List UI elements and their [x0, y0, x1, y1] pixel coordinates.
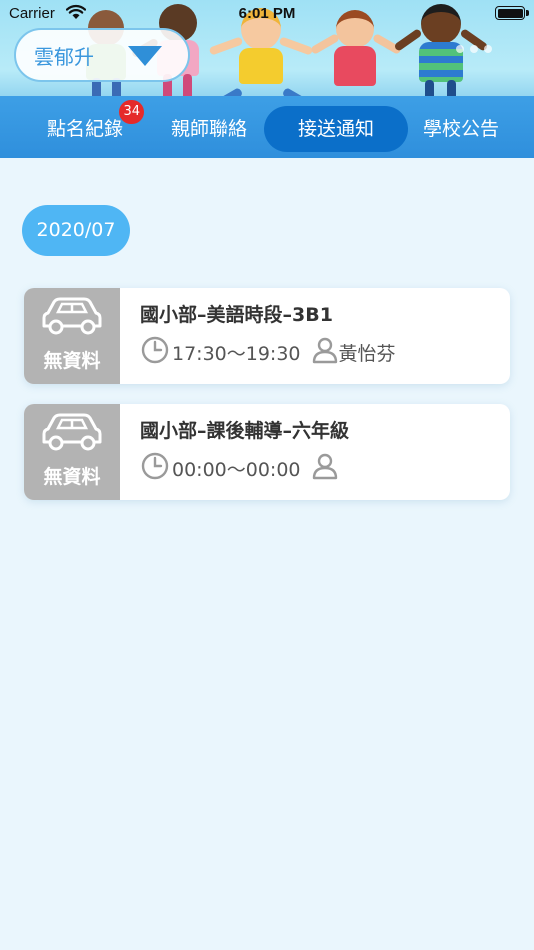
person-icon — [311, 336, 339, 369]
class-title: 國小部–美語時段–3B1 — [140, 304, 333, 326]
status-time: 6:01 PM — [238, 5, 296, 22]
car-icon — [38, 412, 106, 460]
car-icon — [38, 296, 106, 344]
pickup-status-box: 無資料 — [24, 404, 120, 500]
clock-icon — [140, 452, 170, 485]
unread-count-badge: 34 — [119, 100, 144, 124]
pickup-status-box: 無資料 — [24, 288, 120, 384]
tab-label: 學校公告 — [422, 118, 499, 140]
list-item[interactable]: 無資料 國小部–美語時段–3B1 17:30～19:30 黃怡芬 — [24, 288, 510, 384]
tab-attendance-records[interactable]: 點名紀錄 34 — [38, 100, 144, 152]
header-banner: Carrier 6:01 PM 雲郁升 — [0, 0, 534, 100]
tab-label: 親師聯絡 — [170, 118, 247, 140]
tab-pickup-notice[interactable]: 接送通知 — [264, 106, 408, 152]
tab-school-announcements[interactable]: 學校公告 — [414, 106, 508, 152]
tab-label: 點名紀錄 — [46, 118, 123, 140]
list-item[interactable]: 無資料 國小部–課後輔導–六年級 00:00～00:00 — [24, 404, 510, 500]
tab-bar: 點名紀錄 34 親師聯絡 接送通知 學校公告 — [0, 96, 534, 158]
school-selector-dropdown[interactable]: 雲郁升 — [14, 28, 190, 82]
status-bar: Carrier 6:01 PM — [0, 0, 534, 28]
class-meta: 17:30～19:30 黃怡芬 — [140, 336, 396, 369]
class-time: 17:30～19:30 — [172, 342, 301, 365]
pickup-list: 2020/07 無資料 國小部–美語時段–3B1 17:30～19:30 黃怡芬… — [0, 158, 534, 950]
person-icon — [311, 452, 339, 485]
class-time: 00:00～00:00 — [172, 458, 301, 481]
pickup-status-label: 無資料 — [43, 350, 101, 372]
tab-label: 接送通知 — [297, 118, 374, 140]
class-title: 國小部–課後輔導–六年級 — [140, 420, 350, 442]
triangle-down-icon — [128, 46, 162, 66]
battery-icon — [495, 6, 529, 20]
page-indicator — [456, 45, 492, 53]
clock-icon — [140, 336, 170, 369]
tab-parent-teacher-contact[interactable]: 親師聯絡 — [162, 106, 256, 152]
pickup-status-label: 無資料 — [43, 466, 101, 488]
school-selector-label: 雲郁升 — [34, 44, 94, 69]
teacher-name: 黃怡芬 — [338, 342, 396, 365]
month-chip[interactable]: 2020/07 — [22, 205, 130, 256]
class-meta: 00:00～00:00 — [140, 452, 339, 485]
